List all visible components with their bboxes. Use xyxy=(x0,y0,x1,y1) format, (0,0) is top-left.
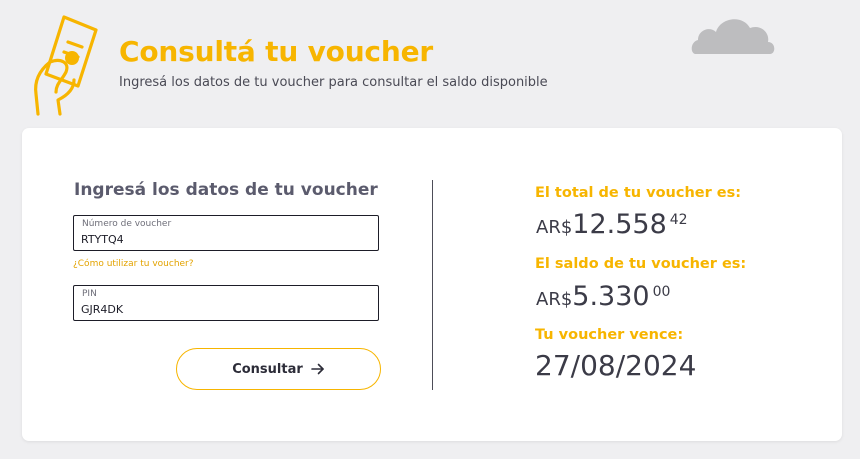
total-integer: 12.558 xyxy=(572,209,667,240)
pin-field: PIN xyxy=(73,285,379,321)
total-label: El total de tu voucher es: xyxy=(535,185,742,201)
voucher-page: Consultá tu voucher Ingresá los datos de… xyxy=(0,0,860,459)
voucher-number-field: Número de voucher xyxy=(73,215,379,251)
balance-integer: 5.330 xyxy=(572,281,650,312)
pin-input[interactable] xyxy=(81,301,369,317)
expiry-date: 27/08/2024 xyxy=(535,349,697,382)
total-amount: AR$ 12.558 42 xyxy=(536,209,688,240)
balance-label: El saldo de tu voucher es: xyxy=(535,256,747,272)
page-title: Consultá tu voucher xyxy=(119,35,433,68)
voucher-number-label: Número de voucher xyxy=(82,219,172,229)
cloud-icon xyxy=(691,19,775,54)
consultar-button-label: Consultar xyxy=(232,361,303,377)
page-subtitle: Ingresá los datos de tu voucher para con… xyxy=(119,75,548,90)
total-currency: AR$ xyxy=(536,217,573,238)
voucher-card: Ingresá los datos de tu voucher Número d… xyxy=(22,128,842,441)
consultar-button[interactable]: Consultar xyxy=(176,348,381,390)
pin-label: PIN xyxy=(82,289,97,299)
balance-currency: AR$ xyxy=(536,289,573,310)
balance-amount: AR$ 5.330 00 xyxy=(536,281,670,312)
vertical-divider xyxy=(432,180,433,390)
form-heading: Ingresá los datos de tu voucher xyxy=(74,180,378,200)
arrow-right-icon xyxy=(310,363,324,375)
hand-holding-voucher-icon xyxy=(34,15,98,116)
how-to-use-voucher-link[interactable]: ¿Cómo utilizar tu voucher? xyxy=(73,259,194,269)
voucher-number-input[interactable] xyxy=(81,231,369,247)
balance-cents: 00 xyxy=(652,284,671,300)
expiry-label: Tu voucher vence: xyxy=(535,327,684,343)
total-cents: 42 xyxy=(669,212,688,228)
